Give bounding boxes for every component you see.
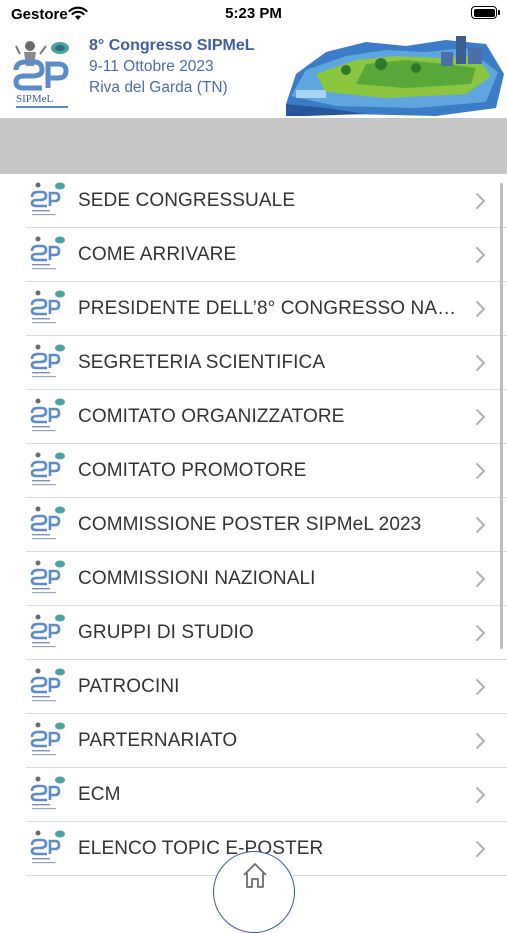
logo-text: SIPMeL: [16, 93, 54, 105]
sipmel-logo-icon: [30, 614, 65, 648]
list-item[interactable]: COMITATO ORGANIZZATORE: [26, 390, 507, 444]
chevron-right-icon: [476, 625, 485, 641]
list-item-label: COMITATO ORGANIZZATORE: [78, 406, 345, 427]
sipmel-logo-icon: [30, 452, 65, 486]
congress-dates: 9-11 Ottobre 2023: [89, 58, 214, 75]
list-item-label: PATROCINI: [78, 676, 180, 697]
sipmel-logo-icon: [30, 506, 65, 540]
list-item[interactable]: SEGRETERIA SCIENTIFICA: [26, 336, 507, 390]
list-item[interactable]: PARTERNARIATO: [26, 714, 507, 768]
list-item[interactable]: SEDE CONGRESSUALE: [26, 174, 507, 228]
list-item-label: COMMISSIONI NAZIONALI: [78, 568, 316, 589]
chevron-right-icon: [476, 247, 485, 263]
sipmel-logo-icon: [30, 182, 65, 216]
list-item[interactable]: ECM: [26, 768, 507, 822]
scroll-indicator[interactable]: [500, 183, 503, 649]
chevron-right-icon: [476, 409, 485, 425]
toolbar-bar: [0, 118, 507, 174]
menu-list: SEDE CONGRESSUALE COME ARRIVARE PRESIDENTE…: [0, 174, 507, 900]
chevron-right-icon: [476, 463, 485, 479]
sipmel-logo: SIPMeL: [13, 41, 69, 108]
clock: 5:23 PM: [225, 5, 282, 22]
list-item[interactable]: COMMISSIONE POSTER SIPMeL 2023: [26, 498, 507, 552]
sipmel-logo-icon: [30, 398, 65, 432]
chevron-right-icon: [476, 193, 485, 209]
chevron-right-icon: [476, 571, 485, 587]
list-item-label: PARTERNARIATO: [78, 730, 238, 751]
chevron-right-icon: [476, 787, 485, 803]
list-item-label: COME ARRIVARE: [78, 244, 237, 265]
sipmel-logo-icon: [30, 830, 65, 864]
chevron-right-icon: [476, 841, 485, 857]
home-icon: [243, 863, 267, 888]
chevron-right-icon: [476, 517, 485, 533]
list-item[interactable]: COME ARRIVARE: [26, 228, 507, 282]
congress-illustration: [286, 36, 504, 116]
chevron-right-icon: [476, 679, 485, 695]
battery-icon: [471, 6, 500, 19]
list-item-label: SEGRETERIA SCIENTIFICA: [78, 352, 326, 373]
congress-location: Riva del Garda (TN): [89, 79, 228, 96]
list-item[interactable]: PATROCINI: [26, 660, 507, 714]
sipmel-logo-icon: [30, 776, 65, 810]
list-item[interactable]: COMMISSIONI NAZIONALI: [26, 552, 507, 606]
sipmel-logo-icon: [30, 722, 65, 756]
list-item-label: SEDE CONGRESSUALE: [78, 190, 296, 211]
list-item-label: GRUPPI DI STUDIO: [78, 622, 254, 643]
congress-title: 8° Congresso SIPMeL: [89, 37, 255, 54]
sipmel-logo-icon: [30, 668, 65, 702]
sipmel-logo-icon: [30, 236, 65, 270]
chevron-right-icon: [476, 355, 485, 371]
chevron-right-icon: [476, 733, 485, 749]
list-item[interactable]: COMITATO PROMOTORE: [26, 444, 507, 498]
list-item[interactable]: GRUPPI DI STUDIO: [26, 606, 507, 660]
chevron-right-icon: [476, 301, 485, 317]
status-bar: Gestore 5:23 PM: [0, 0, 507, 30]
list-item-label: PRESIDENTE DELL’8° CONGRESSO NAZIONALE: [78, 298, 463, 319]
list-item-label: COMMISSIONE POSTER SIPMeL 2023: [78, 514, 422, 535]
list-item-label: COMITATO PROMOTORE: [78, 460, 307, 481]
sipmel-logo-icon: [30, 560, 65, 594]
list-item-label: ECM: [78, 784, 121, 805]
header-banner: SIPMeL 8° Congresso SIPMeL 9-11 Ottobre …: [0, 30, 507, 118]
sipmel-logo-icon: [30, 344, 65, 378]
list-item[interactable]: PRESIDENTE DELL’8° CONGRESSO NAZIONALE: [26, 282, 507, 336]
home-button[interactable]: [213, 851, 295, 933]
sipmel-logo-icon: [30, 290, 65, 324]
